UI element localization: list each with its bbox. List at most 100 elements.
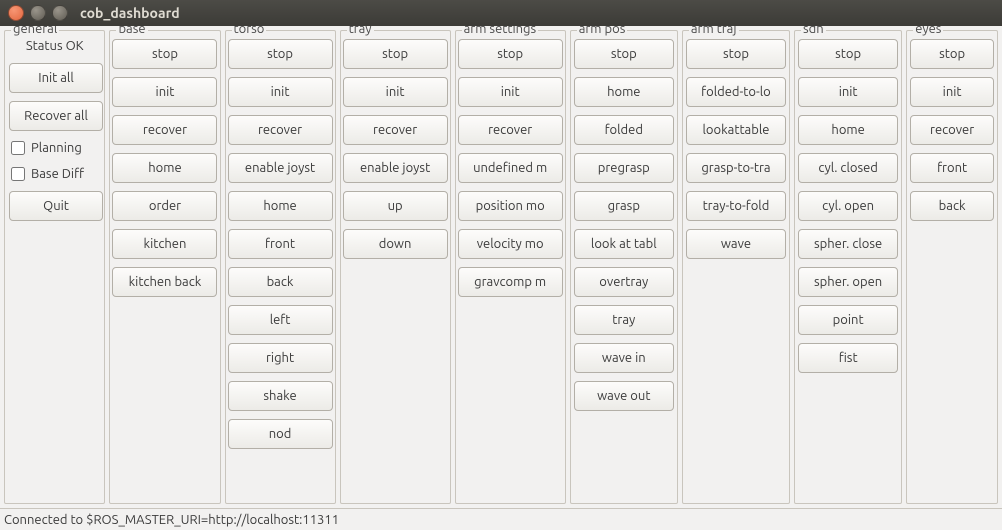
- action-button[interactable]: home: [228, 191, 333, 221]
- window-minimize-icon[interactable]: [30, 5, 46, 21]
- panel-title-eyes: eyes: [913, 26, 943, 36]
- main-content: general Status OK Init all Recover all P…: [0, 26, 1002, 508]
- action-button[interactable]: folded: [574, 115, 674, 145]
- panel-title-arm-pos: arm pos: [577, 26, 628, 36]
- action-button[interactable]: folded-to-lo: [686, 77, 786, 107]
- action-button[interactable]: stop: [574, 39, 674, 69]
- panel-buttons: stop init home cyl. closed cyl. open spher. c…: [799, 39, 897, 373]
- action-button[interactable]: stop: [228, 39, 333, 69]
- panel-eyes: eyes stopinitrecoverfrontback: [906, 30, 998, 504]
- panel-sdh: sdh stopinithomecyl. closedcyl. opensphe…: [794, 30, 902, 504]
- action-button[interactable]: kitchen back: [112, 267, 217, 297]
- action-button[interactable]: back: [228, 267, 333, 297]
- action-button[interactable]: front: [910, 153, 994, 183]
- quit-button[interactable]: Quit: [9, 191, 103, 221]
- window-title: cob_dashboard: [80, 5, 180, 21]
- action-button[interactable]: grasp-to-tra: [686, 153, 786, 183]
- action-button[interactable]: wave out: [574, 381, 674, 411]
- panel-general: general Status OK Init all Recover all P…: [4, 30, 105, 504]
- action-button[interactable]: recover: [228, 115, 333, 145]
- action-button[interactable]: fist: [798, 343, 898, 373]
- action-button[interactable]: recover: [458, 115, 563, 145]
- action-button[interactable]: stop: [686, 39, 786, 69]
- status-text: Status OK: [9, 39, 100, 55]
- action-button[interactable]: up: [343, 191, 448, 221]
- action-button[interactable]: spher. close: [798, 229, 898, 259]
- action-button[interactable]: nod: [228, 419, 333, 449]
- action-button[interactable]: kitchen: [112, 229, 217, 259]
- action-button[interactable]: stop: [798, 39, 898, 69]
- action-button[interactable]: recover: [343, 115, 448, 145]
- action-button[interactable]: init: [910, 77, 994, 107]
- init-all-button[interactable]: Init all: [9, 63, 103, 93]
- panel-title-general: general: [11, 26, 59, 36]
- action-button[interactable]: cyl. open: [798, 191, 898, 221]
- panel-arm-pos: arm pos stophomefoldedpregraspgrasplook …: [570, 30, 678, 504]
- action-button[interactable]: left: [228, 305, 333, 335]
- statusbar: Connected to $ROS_MASTER_URI=http://loca…: [0, 508, 1002, 530]
- action-button[interactable]: enable joyst: [343, 153, 448, 183]
- action-button[interactable]: stop: [343, 39, 448, 69]
- action-button[interactable]: gravcomp m: [458, 267, 563, 297]
- panel-torso: torso stopinitrecoverenable joysthomefro…: [225, 30, 336, 504]
- action-button[interactable]: pregrasp: [574, 153, 674, 183]
- basediff-checkbox[interactable]: Base Diff: [9, 165, 100, 183]
- action-button[interactable]: undefined m: [458, 153, 563, 183]
- action-button[interactable]: grasp: [574, 191, 674, 221]
- action-button[interactable]: wave: [686, 229, 786, 259]
- action-button[interactable]: home: [798, 115, 898, 145]
- action-button[interactable]: init: [112, 77, 217, 107]
- action-button[interactable]: home: [112, 153, 217, 183]
- panel-title-arm-traj: arm traj: [689, 26, 739, 36]
- action-button[interactable]: front: [228, 229, 333, 259]
- action-button[interactable]: stop: [910, 39, 994, 69]
- panel-title-base: base: [116, 26, 147, 36]
- action-button[interactable]: tray-to-fold: [686, 191, 786, 221]
- panel-buttons: stop folded-to-lo lookattable grasp-to-tra t…: [687, 39, 785, 259]
- panel-arm-settings: arm settings stopinitrecoverundefined mp…: [455, 30, 566, 504]
- window-titlebar: cob_dashboard: [0, 0, 1002, 26]
- action-button[interactable]: init: [798, 77, 898, 107]
- panel-title-sdh: sdh: [801, 26, 826, 36]
- recover-all-button[interactable]: Recover all: [9, 101, 103, 131]
- action-button[interactable]: stop: [458, 39, 563, 69]
- action-button[interactable]: init: [228, 77, 333, 107]
- action-button[interactable]: shake: [228, 381, 333, 411]
- action-button[interactable]: look at tabl: [574, 229, 674, 259]
- basediff-checkbox-input[interactable]: [11, 167, 25, 181]
- action-button[interactable]: lookattable: [686, 115, 786, 145]
- action-button[interactable]: recover: [910, 115, 994, 145]
- action-button[interactable]: init: [343, 77, 448, 107]
- window-maximize-icon[interactable]: [52, 5, 68, 21]
- panel-buttons: stop init recover home order kitchen kitchen b…: [114, 39, 215, 297]
- action-button[interactable]: back: [910, 191, 994, 221]
- action-button[interactable]: position mo: [458, 191, 563, 221]
- planning-checkbox-input[interactable]: [11, 141, 25, 155]
- action-button[interactable]: tray: [574, 305, 674, 335]
- panel-buttons: stop init recover enable joyst up down: [345, 39, 446, 259]
- basediff-checkbox-label: Base Diff: [31, 167, 84, 181]
- action-button[interactable]: home: [574, 77, 674, 107]
- panel-buttons: stop home folded pregrasp grasp look at tabl o…: [575, 39, 673, 411]
- action-button[interactable]: right: [228, 343, 333, 373]
- panel-title-tray: tray: [347, 26, 374, 36]
- action-button[interactable]: down: [343, 229, 448, 259]
- action-button[interactable]: cyl. closed: [798, 153, 898, 183]
- planning-checkbox-label: Planning: [31, 141, 82, 155]
- action-button[interactable]: overtray: [574, 267, 674, 297]
- panel-tray: tray stopinitrecoverenable joystupdown: [340, 30, 451, 504]
- action-button[interactable]: wave in: [574, 343, 674, 373]
- panel-buttons: stop init recover enable joyst home front back…: [230, 39, 331, 449]
- panel-buttons: stop init recover undefined m position mo vel…: [460, 39, 561, 297]
- action-button[interactable]: init: [458, 77, 563, 107]
- action-button[interactable]: spher. open: [798, 267, 898, 297]
- planning-checkbox[interactable]: Planning: [9, 139, 100, 157]
- action-button[interactable]: point: [798, 305, 898, 335]
- action-button[interactable]: enable joyst: [228, 153, 333, 183]
- panel-title-torso: torso: [232, 26, 267, 36]
- action-button[interactable]: order: [112, 191, 217, 221]
- action-button[interactable]: stop: [112, 39, 217, 69]
- action-button[interactable]: velocity mo: [458, 229, 563, 259]
- action-button[interactable]: recover: [112, 115, 217, 145]
- window-close-icon[interactable]: [8, 5, 24, 21]
